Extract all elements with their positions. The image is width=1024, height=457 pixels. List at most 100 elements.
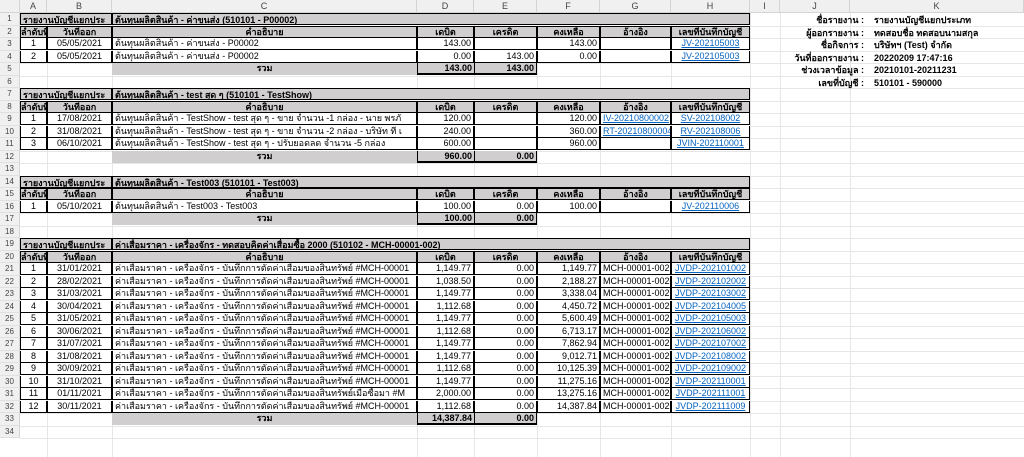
row-header-19[interactable]: 19 <box>0 238 20 251</box>
column-header-A[interactable]: A <box>20 0 47 13</box>
row-header-2[interactable]: 2 <box>0 25 20 38</box>
column-title-doc: เลขที่บันทึกบัญชี <box>671 100 750 113</box>
cell-doc[interactable]: JVDP-202111009 <box>671 400 750 413</box>
section-title: ต้นทุนผลิตสินค้า - test สุด ๆ (510101 - … <box>112 88 750 100</box>
column-header-K[interactable]: K <box>850 0 1024 13</box>
row-header-6[interactable]: 6 <box>0 75 20 88</box>
cell-doc[interactable]: JVDP-202102002 <box>671 275 750 288</box>
cell-seq: 8 <box>20 350 47 363</box>
row-header-1[interactable]: 1 <box>0 13 20 26</box>
row-header-24[interactable]: 24 <box>0 300 20 313</box>
row-header-11[interactable]: 11 <box>0 138 20 151</box>
row-header-34[interactable]: 34 <box>0 425 20 438</box>
column-header-E[interactable]: E <box>474 0 537 13</box>
row-header-23[interactable]: 23 <box>0 288 20 301</box>
cell-doc[interactable]: JV-202105003 <box>671 50 750 63</box>
row-header-16[interactable]: 16 <box>0 200 20 213</box>
cell-balance: 4,450.72 <box>537 300 600 313</box>
row-header-3[interactable]: 3 <box>0 38 20 51</box>
cell-seq: 2 <box>20 50 47 63</box>
section-title: ต้นทุนผลิตสินค้า - ค่าขนส่ง (510101 - P0… <box>112 13 750 25</box>
cell-doc[interactable]: JVDP-202108002 <box>671 350 750 363</box>
cell-desc: ค่าเสื่อมราคา - เครื่องจักร - บันทึกการต… <box>112 388 417 400</box>
cell-desc: ต้นทุนผลิตสินค้า - TestShow - test สุด ๆ… <box>112 138 417 150</box>
row-header-31[interactable]: 31 <box>0 388 20 401</box>
total-label: รวม <box>256 150 273 161</box>
row-header-27[interactable]: 27 <box>0 338 20 351</box>
row-header-20[interactable]: 20 <box>0 250 20 263</box>
cell-credit: 0.00 <box>474 350 537 363</box>
total-debit: 143.00 <box>417 63 474 75</box>
row-header-25[interactable]: 25 <box>0 313 20 326</box>
cell-ref[interactable]: IV-20210800002 <box>600 113 671 125</box>
row-header-9[interactable]: 9 <box>0 113 20 126</box>
row-header-4[interactable]: 4 <box>0 50 20 63</box>
row-header-18[interactable]: 18 <box>0 225 20 238</box>
row-header-13[interactable]: 13 <box>0 163 20 176</box>
row-header-22[interactable]: 22 <box>0 275 20 288</box>
cell-debit: 1,149.77 <box>417 263 474 275</box>
column-header-J[interactable]: J <box>780 0 850 13</box>
cell-ref[interactable]: RT-20210800004 <box>600 125 671 138</box>
cell-doc[interactable]: JVDP-202101002 <box>671 263 750 275</box>
cell-doc[interactable]: JVDP-202110001 <box>671 375 750 388</box>
row-header-28[interactable]: 28 <box>0 350 20 363</box>
cell-balance: 0.00 <box>537 50 600 63</box>
column-header-H[interactable]: H <box>671 0 750 13</box>
cell-doc[interactable]: JVDP-202109002 <box>671 363 750 375</box>
cell-doc[interactable]: JVDP-202105003 <box>671 313 750 325</box>
cell-doc[interactable]: JVDP-202107002 <box>671 338 750 350</box>
row-header-30[interactable]: 30 <box>0 375 20 388</box>
cell-seq: 12 <box>20 400 47 413</box>
cell-doc[interactable]: JV-202110006 <box>671 200 750 213</box>
cell-doc[interactable]: RV-202108006 <box>671 125 750 138</box>
row-header-10[interactable]: 10 <box>0 125 20 138</box>
cell-seq: 4 <box>20 300 47 313</box>
row-header-7[interactable]: 7 <box>0 88 20 101</box>
select-all-corner[interactable] <box>0 0 20 13</box>
column-header-C[interactable]: C <box>112 0 417 13</box>
column-header-D[interactable]: D <box>417 0 474 13</box>
column-header-F[interactable]: F <box>537 0 600 13</box>
column-title-date: วันที่ออก <box>47 100 112 113</box>
column-title-balance: คงเหลือ <box>537 25 600 38</box>
column-header-G[interactable]: G <box>600 0 671 13</box>
column-header-I[interactable]: I <box>750 0 780 13</box>
cell-doc[interactable]: JVDP-202111001 <box>671 388 750 400</box>
row-header-5[interactable]: 5 <box>0 63 20 76</box>
cell-balance: 13,275.16 <box>537 388 600 400</box>
row-header-14[interactable]: 14 <box>0 175 20 188</box>
info-label: ช่วงเวลาข้อมูล : <box>801 65 864 75</box>
column-title-doc: เลขที่บันทึกบัญชี <box>671 188 750 200</box>
cell-credit: 0.00 <box>474 363 537 375</box>
row-header-26[interactable]: 26 <box>0 325 20 338</box>
cell-doc[interactable]: SV-202108002 <box>671 113 750 125</box>
column-header-B[interactable]: B <box>47 0 112 13</box>
cell-desc: ค่าเสื่อมราคา - เครื่องจักร - บันทึกการต… <box>112 325 417 338</box>
total-label: รวม <box>256 213 273 223</box>
row-header-33[interactable]: 33 <box>0 413 20 426</box>
cell-credit <box>474 125 537 138</box>
cell-debit: 120.00 <box>417 113 474 125</box>
cell-debit: 1,149.77 <box>417 338 474 350</box>
cell-doc[interactable]: JVDP-202106002 <box>671 325 750 338</box>
column-title-desc: คำอธิบาย <box>112 250 417 263</box>
row-header-12[interactable]: 12 <box>0 150 20 163</box>
column-title-doc: เลขที่บันทึกบัญชี <box>671 250 750 263</box>
cell-balance: 960.00 <box>537 138 600 150</box>
row-header-29[interactable]: 29 <box>0 363 20 376</box>
cell-ref <box>600 38 671 50</box>
cell-doc[interactable]: JVDP-202103002 <box>671 288 750 300</box>
row-header-8[interactable]: 8 <box>0 100 20 113</box>
total-credit: 0.00 <box>474 150 537 163</box>
cell-seq: 11 <box>20 388 47 400</box>
cell-credit: 0.00 <box>474 300 537 313</box>
row-header-17[interactable]: 17 <box>0 213 20 226</box>
row-header-32[interactable]: 32 <box>0 400 20 413</box>
row-header-15[interactable]: 15 <box>0 188 20 201</box>
cell-doc[interactable]: JVIN-202110001 <box>671 138 750 150</box>
cell-desc: ค่าเสื่อมราคา - เครื่องจักร - บันทึกการต… <box>112 288 417 300</box>
cell-doc[interactable]: JV-202105003 <box>671 38 750 50</box>
cell-doc[interactable]: JVDP-202104005 <box>671 300 750 313</box>
row-header-21[interactable]: 21 <box>0 263 20 276</box>
